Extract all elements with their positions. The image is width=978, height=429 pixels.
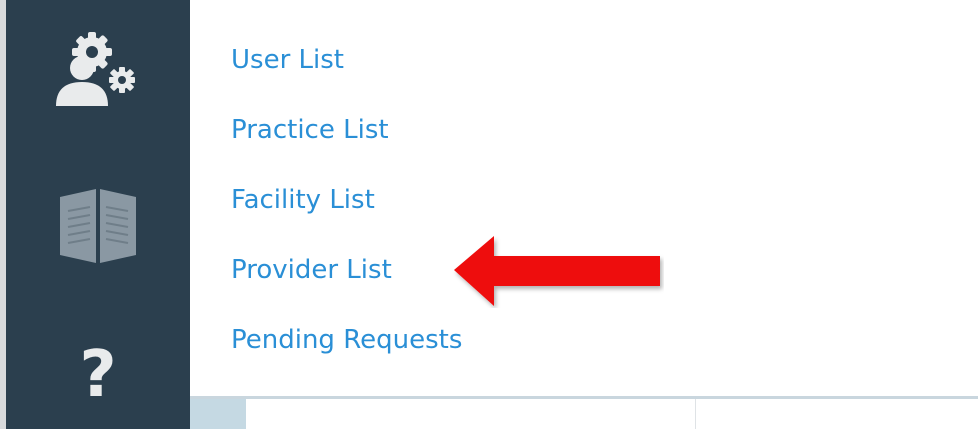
menu-item-user-list[interactable]: User List <box>231 45 344 75</box>
menu-item-pending-requests[interactable]: Pending Requests <box>231 325 462 355</box>
red-arrow-annotation <box>454 236 660 306</box>
menu-item-practice-list[interactable]: Practice List <box>231 115 389 145</box>
app-frame: ? User List Practice List Facility List … <box>0 0 978 429</box>
book-icon[interactable] <box>6 185 190 275</box>
menu-item-provider-list[interactable]: Provider List <box>231 255 392 285</box>
header-cell <box>190 399 246 429</box>
help-icon[interactable]: ? <box>6 335 190 415</box>
column-divider <box>695 399 696 429</box>
menu-item-facility-list[interactable]: Facility List <box>231 185 375 215</box>
admin-settings-icon[interactable] <box>6 30 190 110</box>
table-header-strip <box>190 396 978 429</box>
sidebar: ? <box>6 0 190 429</box>
